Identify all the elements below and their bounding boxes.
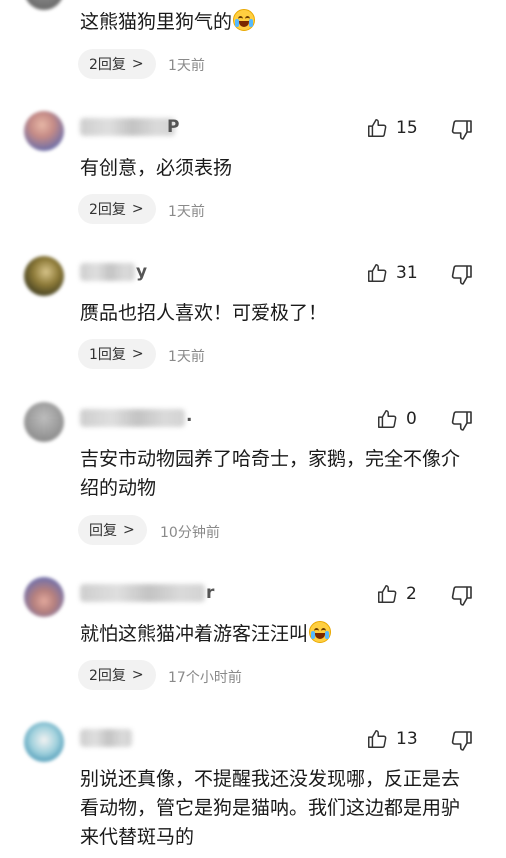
thumbs-down-icon[interactable] <box>450 118 474 142</box>
thumbs-up-icon <box>368 730 387 748</box>
avatar[interactable] <box>24 402 64 442</box>
timestamp: 1天前 <box>168 349 205 365</box>
username-blurred[interactable] <box>80 118 175 136</box>
chevron-right-icon: > <box>131 201 144 217</box>
chevron-right-icon: > <box>131 346 144 362</box>
chevron-right-icon: > <box>131 56 144 72</box>
timestamp: 10分钟前 <box>160 525 220 541</box>
username-tail: y <box>136 262 148 282</box>
comment-text: 就怕这熊猫冲着游客汪汪叫 <box>80 620 480 649</box>
like-button[interactable]: 31 <box>366 262 418 284</box>
avatar[interactable] <box>24 722 64 762</box>
chevron-right-icon: > <box>123 522 135 538</box>
username-blurred[interactable] <box>80 729 132 747</box>
thumbs-down-icon[interactable] <box>450 263 474 287</box>
thumbs-down-icon[interactable] <box>450 584 474 608</box>
replies-button[interactable]: 2回复 > <box>78 660 156 690</box>
comment-text: 别说还真像，不提醒我还没发现哪，反正是去看动物，管它是狗是猫呐。我们这边都是用驴… <box>80 768 461 848</box>
avatar[interactable] <box>24 0 64 10</box>
username-blurred[interactable] <box>80 409 185 427</box>
username-tail: . <box>186 406 193 426</box>
timestamp: 17个小时前 <box>168 670 242 686</box>
replies-button[interactable]: 2回复 > <box>78 49 156 79</box>
like-button[interactable]: 2 <box>376 583 417 605</box>
thumbs-down-icon[interactable] <box>450 729 474 753</box>
username-tail: r <box>206 583 215 603</box>
like-button[interactable]: 13 <box>366 728 418 750</box>
comment-text: 赝品也招人喜欢！可爱极了！ <box>80 302 328 324</box>
thumbs-down-icon[interactable] <box>450 409 474 433</box>
timestamp: 1天前 <box>168 204 205 220</box>
thumbs-up-icon <box>378 585 397 603</box>
timestamp: 1天前 <box>168 58 205 74</box>
thumbs-up-icon <box>378 410 397 428</box>
avatar[interactable] <box>24 256 64 296</box>
avatar[interactable] <box>24 577 64 617</box>
replies-button[interactable]: 2回复 > <box>78 194 156 224</box>
replies-button[interactable]: 1回复 > <box>78 339 156 369</box>
comment-text: 这熊猫狗里狗气的 <box>80 8 480 37</box>
crying-laughing-emoji <box>233 9 256 31</box>
thumbs-up-icon <box>368 119 387 137</box>
chevron-right-icon: > <box>131 667 144 683</box>
username-blurred[interactable] <box>80 263 135 281</box>
like-button[interactable]: 15 <box>366 117 418 139</box>
comment-text: 吉安市动物园养了哈奇士，家鹅，完全不像介绍的动物 <box>80 448 461 499</box>
replies-button[interactable]: 回复 > <box>78 515 147 545</box>
username-tail: P <box>167 117 180 137</box>
comment-text: 有创意，必须表扬 <box>80 157 233 179</box>
like-button[interactable]: 0 <box>376 408 417 430</box>
crying-laughing-emoji <box>309 621 332 643</box>
avatar[interactable] <box>24 111 64 151</box>
thumbs-up-icon <box>368 264 387 282</box>
username-blurred[interactable] <box>80 584 205 602</box>
